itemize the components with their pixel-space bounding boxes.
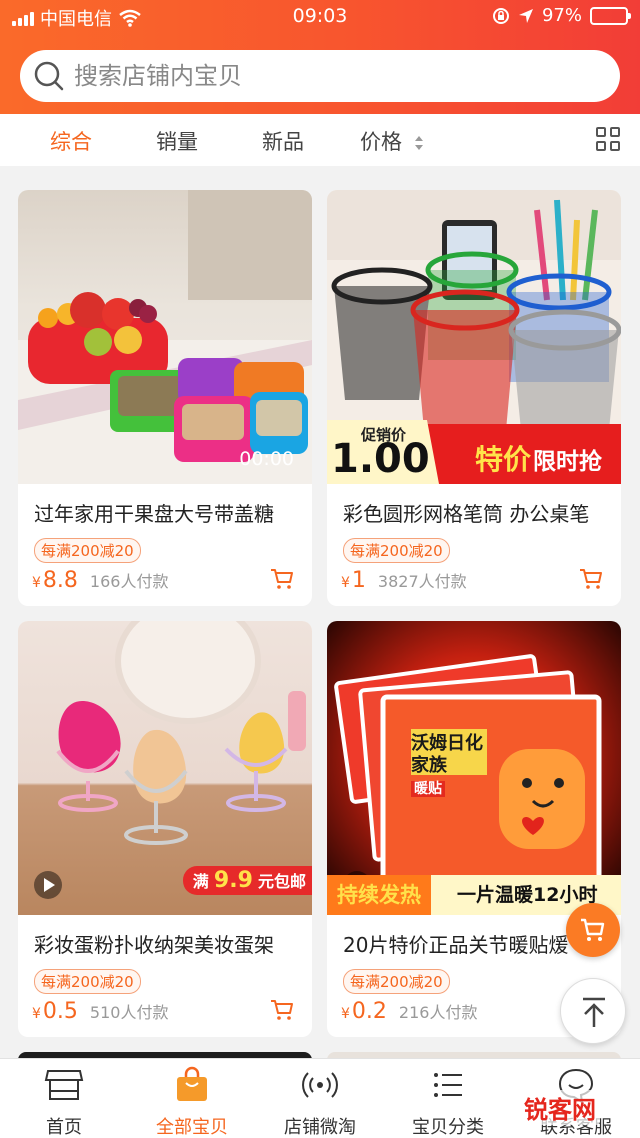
product-price: 0.5 [42,999,78,1024]
price-row: ¥ 0.2 216人付款 [341,999,477,1024]
back-to-top-button[interactable] [560,978,626,1044]
sold-count: 3827人付款 [377,572,467,591]
sort-arrows-icon [414,136,423,150]
currency-symbol: ¥ [341,575,350,591]
pack-sub-text: 暖贴 [411,781,445,797]
promo-banner: 促销价 1.00 特价 限时抢 [327,420,621,484]
promo-badge: 每满200减20 [343,969,450,994]
banner-text-special: 特价 [475,443,532,476]
add-to-cart-icon[interactable] [579,568,603,590]
tab-label: 宝贝分类 [412,1117,484,1138]
product-image: 沃姆日化家族 暖贴 持续发热 一片温暖12小时 [327,621,621,915]
promo-badge: 每满200减20 [34,538,141,563]
free-shipping-badge: 满 9.9 元包邮 [182,866,312,895]
product-image: 满 9.9 元包邮 [18,621,312,915]
currency-symbol: ¥ [32,1006,41,1022]
arrow-up-icon [583,997,605,1027]
badge-value: 9.9 [213,868,253,893]
product-price: 1 [351,568,366,593]
grid-view-icon[interactable] [596,127,620,151]
video-duration: 00:00 [239,448,294,470]
battery-icon [590,6,631,25]
banner-left-text: 持续发热 [327,875,431,915]
banner-text-limited: 限时抢 [533,449,602,475]
currency-symbol: ¥ [32,575,41,591]
sort-price[interactable]: 价格 [360,126,424,156]
battery-percent: 97% [541,5,582,26]
badge-suffix: 元包邮 [257,872,306,891]
sold-count: 216人付款 [398,1003,478,1022]
product-title: 彩妆蛋粉扑收纳架美妆蛋架 [34,933,274,957]
shopping-bag-icon [172,1065,212,1105]
tab-home[interactable]: 首页 [0,1065,128,1138]
product-image: 00:00 [18,190,312,484]
sort-bar: 综合 销量 新品 价格 [0,114,640,166]
tab-label: 全部宝贝 [156,1117,228,1138]
tab-categories[interactable]: 宝贝分类 [384,1065,512,1138]
tab-label: 店铺微淘 [284,1117,356,1138]
price-row: ¥ 0.5 510人付款 [32,999,168,1024]
add-to-cart-icon[interactable] [270,999,294,1021]
product-price: 8.8 [42,568,78,593]
header: 中国电信 09:03 97% [0,0,640,114]
price-row: ¥ 1 3827人付款 [341,568,467,593]
product-price: 0.2 [351,999,387,1024]
storefront-icon [44,1065,84,1105]
product-title: 过年家用干果盘大号带盖糖 [34,502,274,526]
sort-price-label: 价格 [360,130,402,154]
price-row: ¥ 8.8 166人付款 [32,568,168,593]
promo-badge: 每满200减20 [34,969,141,994]
cart-icon [581,918,605,941]
watermark-logo: 锐客网 [520,1090,600,1125]
heat-pack-title: 沃姆日化家族 暖贴 [411,733,491,800]
banner-price: 1.00 [331,436,430,482]
tab-label: 首页 [46,1117,82,1138]
rotation-lock-icon [492,7,509,24]
promo-badge: 每满200减20 [343,538,450,563]
badge-prefix: 满 [192,872,209,891]
floating-cart-button[interactable] [566,903,620,957]
product-card[interactable]: 沃姆日化家族 暖贴 持续发热 一片温暖12小时 20片特价正品关节暖贴煖 每满2… [327,621,621,1037]
tab-store-feed[interactable]: 店铺微淘 [256,1065,384,1138]
broadcast-icon [300,1065,340,1105]
currency-symbol: ¥ [341,1006,350,1022]
search-bar[interactable] [20,50,620,102]
pack-title-text: 沃姆日化家族 [411,733,483,776]
status-bar: 中国电信 09:03 97% [0,0,640,34]
tab-all-items[interactable]: 全部宝贝 [128,1065,256,1138]
search-input[interactable] [74,62,594,90]
sold-count: 510人付款 [89,1003,169,1022]
product-card[interactable]: 00:00 过年家用干果盘大号带盖糖 每满200减20 ¥ 8.8 166人付款 [18,190,312,606]
product-card[interactable]: 促销价 1.00 特价 限时抢 彩色圆形网格笔筒 办公桌笔 每满200减20 ¥… [327,190,621,606]
sort-new[interactable]: 新品 [262,126,304,156]
product-title: 彩色圆形网格笔筒 办公桌笔 [343,502,590,526]
search-icon [32,59,66,93]
product-image: 促销价 1.00 特价 限时抢 [327,190,621,484]
category-list-icon [428,1065,468,1105]
product-card[interactable]: 满 9.9 元包邮 彩妆蛋粉扑收纳架美妆蛋架 每满200减20 ¥ 0.5 51… [18,621,312,1037]
add-to-cart-icon[interactable] [270,568,294,590]
location-icon [518,8,533,23]
sold-count: 166人付款 [89,572,169,591]
sort-sales[interactable]: 销量 [156,126,198,156]
sort-comprehensive[interactable]: 综合 [50,126,92,156]
